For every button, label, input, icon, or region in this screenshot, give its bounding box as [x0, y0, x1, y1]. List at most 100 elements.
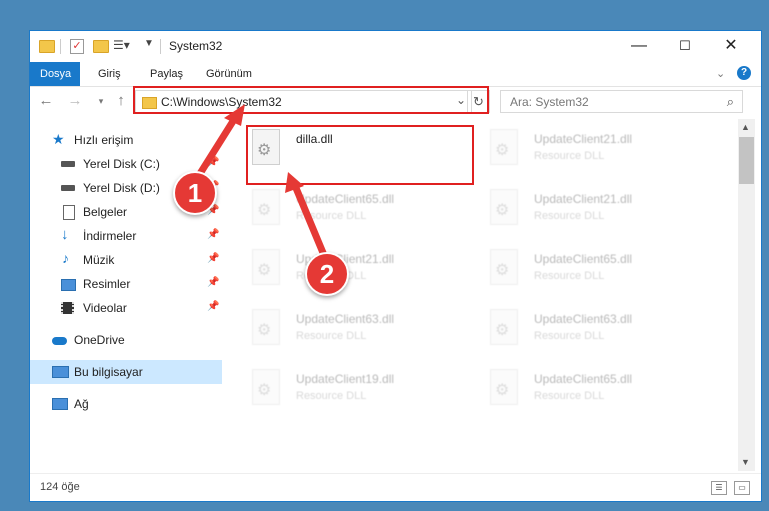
file-type: Resource DLL	[534, 330, 605, 342]
back-arrow-icon[interactable]: ←	[37, 92, 55, 109]
file-name: UpdateClient65.dll	[534, 372, 633, 386]
ribbon: Dosya Giriş Paylaş Görünüm ⌄ ?	[30, 62, 761, 87]
pin-icon[interactable]: 📌	[207, 229, 219, 240]
pin-icon[interactable]: 📌	[207, 157, 219, 168]
file-type: Resource DLL	[534, 150, 605, 162]
file-item[interactable]: ⚙ UpdateClient63.dll Resource DLL	[248, 303, 476, 359]
sidebar-item-quick-access[interactable]: ★ Hızlı erişim	[30, 128, 222, 152]
expand-ribbon-icon[interactable]: ⌄	[716, 67, 725, 80]
properties-check-icon[interactable]: ✓	[70, 39, 84, 54]
file-type: Resource DLL	[296, 390, 367, 402]
pictures-icon	[61, 279, 76, 291]
music-note-icon: ♪	[62, 250, 69, 266]
file-item[interactable]: ⚙ UpdateClient21.dll Resource DLL	[486, 123, 714, 179]
search-icon[interactable]: ⌕	[727, 94, 734, 110]
dll-file-icon: ⚙	[252, 309, 280, 345]
file-item[interactable]: ⚙ UpdateClient21.dll Resource DLL	[248, 243, 476, 299]
close-button[interactable]: ✕	[708, 31, 754, 61]
sidebar-item-downloads[interactable]: ↓ İndirmeler 📌	[30, 224, 222, 248]
gear-icon: ⚙	[495, 322, 510, 339]
file-name: UpdateClient21.dll	[534, 132, 633, 146]
gear-icon: ⚙	[495, 202, 510, 219]
tab-home[interactable]: Giriş	[88, 62, 131, 86]
film-icon	[61, 302, 74, 314]
recent-locations-icon[interactable]: ▾	[92, 96, 110, 107]
gear-icon: ⚙	[257, 322, 272, 339]
help-icon[interactable]: ?	[737, 66, 751, 80]
large-icons-view-icon[interactable]: ▭	[734, 481, 750, 495]
folder-icon[interactable]	[39, 40, 55, 53]
forward-arrow-icon[interactable]: →	[66, 92, 84, 109]
sidebar-item-videos[interactable]: Videolar 📌	[30, 296, 222, 320]
dll-file-icon: ⚙	[490, 369, 518, 405]
drive-icon	[61, 185, 75, 191]
maximize-button[interactable]: ☐	[662, 31, 708, 61]
separator	[60, 39, 61, 54]
search-input[interactable]: Ara: System32	[510, 95, 589, 109]
file-item[interactable]: ⚙ UpdateClient63.dll Resource DLL	[486, 303, 714, 359]
gear-icon: ⚙	[495, 382, 510, 399]
sidebar-item-music[interactable]: ♪ Müzik 📌	[30, 248, 222, 272]
file-type: Resource DLL	[534, 270, 605, 282]
file-highlight	[246, 125, 474, 185]
dll-file-icon: ⚙	[252, 249, 280, 285]
search-box[interactable]: Ara: System32 ⌕	[500, 90, 743, 113]
file-name: UpdateClient65.dll	[534, 252, 633, 266]
customize-icon[interactable]: ☰▾	[113, 38, 130, 54]
gear-icon: ⚙	[495, 142, 510, 159]
file-type: Resource DLL	[296, 330, 367, 342]
file-item[interactable]: ⚙ UpdateClient65.dll Resource DLL	[486, 363, 714, 419]
cloud-icon	[52, 337, 67, 345]
file-name: UpdateClient63.dll	[296, 312, 395, 326]
sidebar-item-this-pc[interactable]: Bu bilgisayar	[30, 360, 222, 384]
callout-2: 2	[305, 252, 349, 296]
tab-file[interactable]: Dosya	[30, 62, 80, 86]
minimize-button[interactable]: —	[616, 31, 662, 61]
sidebar-item-onedrive[interactable]: OneDrive	[30, 328, 222, 352]
window-title: System32	[169, 39, 223, 53]
dll-file-icon: ⚙	[490, 309, 518, 345]
dropdown-icon[interactable]: ▼	[144, 38, 154, 54]
star-icon: ★	[52, 131, 65, 147]
details-view-icon[interactable]: ☰	[711, 481, 727, 495]
file-type: Resource DLL	[534, 390, 605, 402]
up-arrow-icon[interactable]: ↑	[112, 92, 130, 109]
address-highlight	[133, 86, 489, 114]
pin-icon[interactable]: 📌	[207, 277, 219, 288]
pin-icon[interactable]: 📌	[207, 301, 219, 312]
monitor-icon	[52, 366, 69, 378]
scroll-down-icon[interactable]: ▼	[741, 457, 750, 467]
scroll-thumb[interactable]	[739, 137, 754, 184]
new-folder-icon[interactable]	[93, 40, 109, 53]
file-name: UpdateClient21.dll	[534, 192, 633, 206]
file-item[interactable]: ⚙ UpdateClient21.dll Resource DLL	[486, 183, 714, 239]
pin-icon[interactable]: 📌	[207, 253, 219, 264]
tab-share[interactable]: Paylaş	[140, 62, 193, 86]
file-item[interactable]: ⚙ UpdateClient65.dll Resource DLL	[248, 183, 476, 239]
separator	[160, 39, 161, 54]
file-type: Resource DLL	[296, 210, 367, 222]
dll-file-icon: ⚙	[490, 249, 518, 285]
scroll-up-icon[interactable]: ▲	[741, 122, 750, 132]
sidebar-item-network[interactable]: Ağ	[30, 392, 222, 416]
file-type: Resource DLL	[534, 210, 605, 222]
drive-icon	[61, 161, 75, 167]
title-bar: ✓ ☰▾ ▼ System32 — ☐ ✕	[30, 31, 761, 62]
file-item[interactable]: ⚙ UpdateClient65.dll Resource DLL	[486, 243, 714, 299]
sidebar-item-pictures[interactable]: Resimler 📌	[30, 272, 222, 296]
dll-file-icon: ⚙	[252, 189, 280, 225]
gear-icon: ⚙	[257, 262, 272, 279]
tab-view[interactable]: Görünüm	[196, 62, 262, 86]
file-name: UpdateClient19.dll	[296, 372, 395, 386]
vertical-scrollbar[interactable]: ▲ ▼	[738, 119, 755, 471]
dll-file-icon: ⚙	[490, 189, 518, 225]
download-arrow-icon: ↓	[61, 226, 69, 243]
document-icon	[63, 205, 75, 220]
gear-icon: ⚙	[257, 202, 272, 219]
file-name: UpdateClient63.dll	[534, 312, 633, 326]
file-name: UpdateClient65.dll	[296, 192, 395, 206]
callout-1: 1	[173, 171, 217, 215]
gear-icon: ⚙	[257, 382, 272, 399]
status-bar: 124 öğe ☰ ▭	[30, 473, 761, 501]
file-item[interactable]: ⚙ UpdateClient19.dll Resource DLL	[248, 363, 476, 419]
